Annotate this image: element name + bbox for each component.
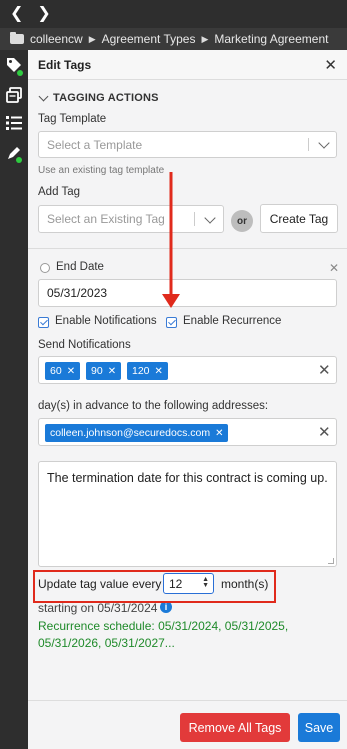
left-rail — [0, 50, 28, 749]
tag-template-placeholder: Select a Template — [47, 137, 143, 152]
divider — [28, 248, 347, 249]
notification-message-textarea[interactable]: The termination date for this contract i… — [38, 461, 337, 567]
list-icon[interactable] — [5, 114, 23, 132]
breadcrumb-item[interactable]: Marketing Agreement — [214, 32, 328, 46]
addresses-input[interactable]: colleen.johnson@securedocs.com ✕ ✕ — [38, 418, 337, 446]
resize-handle[interactable] — [328, 558, 334, 564]
chip-label: 90 — [91, 365, 103, 377]
email-chip[interactable]: colleen.johnson@securedocs.com ✕ — [45, 424, 229, 442]
existing-tag-select[interactable]: Select an Existing Tag — [38, 205, 224, 233]
day-chip[interactable]: 120 ✕ — [127, 362, 168, 380]
breadcrumb-separator-icon: ▶ — [88, 33, 96, 44]
end-date-input[interactable]: 05/31/2023 — [38, 279, 337, 307]
status-dot — [17, 70, 23, 76]
tag-template-label: Tag Template — [38, 113, 107, 125]
add-tag-label: Add Tag — [38, 186, 80, 198]
select-divider — [308, 138, 309, 151]
or-badge: or — [231, 210, 253, 232]
create-tag-button[interactable]: Create Tag — [260, 204, 338, 233]
chevron-down-icon[interactable] — [204, 212, 216, 224]
panel-footer: Remove All Tags Save — [28, 700, 347, 749]
chip-label: 60 — [50, 365, 62, 377]
tagging-actions-header[interactable]: TAGGING ACTIONS — [38, 91, 159, 104]
enable-recurrence-label: Enable Recurrence — [183, 315, 282, 327]
breadcrumb: colleencw ▶ Agreement Types ▶ Marketing … — [0, 28, 347, 50]
breadcrumb-item[interactable]: Agreement Types — [102, 32, 196, 46]
save-button[interactable]: Save — [298, 713, 340, 742]
tag-template-hint: Use an existing tag template — [38, 165, 165, 176]
chip-label: colleen.johnson@securedocs.com — [50, 427, 211, 439]
end-date-radio[interactable] — [40, 263, 50, 273]
clear-icon[interactable]: ✕ — [318, 423, 331, 441]
clear-icon[interactable]: ✕ — [318, 361, 331, 379]
close-icon[interactable]: ✕ — [67, 366, 75, 377]
recurrence-schedule-text: Recurrence schedule: 05/31/2024, 05/31/2… — [38, 619, 289, 650]
notification-days-input[interactable]: 60 ✕ 90 ✕ 120 ✕ ✕ — [38, 356, 337, 384]
chevron-down-icon[interactable] — [318, 137, 330, 149]
close-icon[interactable]: ✕ — [155, 366, 163, 377]
chip-label: 120 — [132, 365, 150, 377]
enable-notifications-label: Enable Notifications — [55, 315, 157, 327]
folder-icon — [10, 32, 24, 44]
addresses-label: day(s) in advance to the following addre… — [38, 400, 269, 412]
close-icon[interactable]: ✕ — [108, 366, 116, 377]
enable-recurrence-checkbox[interactable] — [166, 317, 177, 328]
chevron-right-icon[interactable]: ❯ — [37, 6, 50, 22]
notification-message: The termination date for this contract i… — [47, 471, 328, 485]
top-nav-bar: ❮ ❯ — [0, 0, 347, 28]
annotation-highlight-box — [33, 570, 276, 603]
select-divider — [194, 212, 195, 226]
enable-notifications-checkbox[interactable] — [38, 317, 49, 328]
close-icon[interactable]: ✕ — [215, 428, 223, 439]
panel-title: Edit Tags — [38, 57, 92, 72]
remove-all-tags-button[interactable]: Remove All Tags — [180, 713, 290, 742]
remove-end-date-icon[interactable]: ✕ — [329, 261, 339, 275]
panel-header: Edit Tags ✕ — [28, 50, 347, 80]
day-chip[interactable]: 60 ✕ — [45, 362, 81, 380]
breadcrumb-separator-icon: ▶ — [201, 33, 209, 44]
chevron-left-icon[interactable]: ❮ — [10, 6, 23, 22]
edit-tags-panel: Edit Tags ✕ TAGGING ACTIONS Tag Template… — [28, 50, 347, 749]
tag-template-select[interactable]: Select a Template — [38, 131, 337, 158]
status-dot — [16, 157, 22, 163]
end-date-value: 05/31/2023 — [47, 286, 108, 300]
existing-tag-placeholder: Select an Existing Tag — [47, 212, 165, 226]
starting-date-text: starting on 05/31/2024 — [38, 601, 158, 615]
end-date-label: End Date — [56, 261, 104, 273]
day-chip[interactable]: 90 ✕ — [86, 362, 122, 380]
section-title: TAGGING ACTIONS — [53, 92, 159, 104]
copy-icon[interactable] — [5, 86, 23, 104]
send-notifications-label: Send Notifications — [38, 339, 131, 351]
breadcrumb-item[interactable]: colleencw — [30, 32, 83, 46]
chevron-down-icon — [38, 91, 49, 102]
close-icon[interactable]: ✕ — [324, 56, 337, 74]
